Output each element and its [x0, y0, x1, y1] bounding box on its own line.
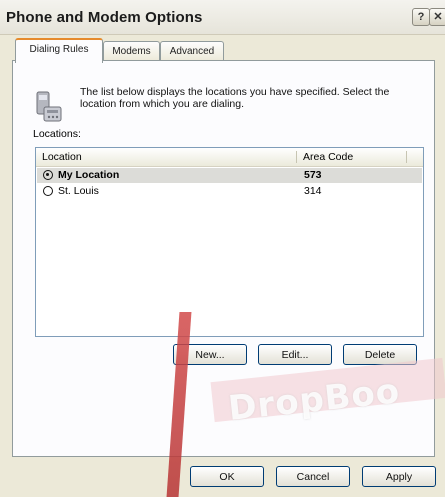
window-title: Phone and Modem Options	[6, 9, 203, 26]
close-button[interactable]: ✕	[429, 8, 445, 26]
column-separator[interactable]	[406, 151, 407, 163]
ok-button[interactable]: OK	[190, 466, 264, 487]
edit-button[interactable]: Edit...	[258, 344, 332, 365]
column-header-area-code[interactable]: Area Code	[297, 148, 405, 166]
radio-unselected-icon[interactable]	[43, 186, 53, 196]
tab-advanced[interactable]: Advanced	[160, 41, 224, 61]
locations-list[interactable]: Location Area Code My Location 573 St. L…	[35, 147, 424, 337]
tab-modems[interactable]: Modems	[103, 41, 160, 61]
phone-icon	[36, 91, 62, 122]
location-name: My Location	[58, 169, 120, 181]
locations-label: Locations:	[33, 128, 81, 140]
apply-button[interactable]: Apply	[362, 466, 436, 487]
title-bar: Phone and Modem Options ? ✕	[0, 0, 445, 35]
description-text: The list below displays the locations yo…	[80, 86, 390, 110]
location-name: St. Louis	[58, 185, 99, 197]
cancel-button[interactable]: Cancel	[276, 466, 350, 487]
area-code: 573	[304, 169, 322, 181]
radio-selected-icon[interactable]	[43, 170, 53, 180]
location-row-my-location[interactable]: My Location 573	[37, 168, 422, 183]
location-row-st-louis[interactable]: St. Louis 314	[37, 184, 422, 199]
tab-dialing-rules[interactable]: Dialing Rules	[15, 38, 103, 63]
help-button[interactable]: ?	[412, 8, 430, 26]
list-header: Location Area Code	[36, 148, 423, 167]
area-code: 314	[304, 185, 322, 197]
column-header-location[interactable]: Location	[36, 148, 296, 166]
